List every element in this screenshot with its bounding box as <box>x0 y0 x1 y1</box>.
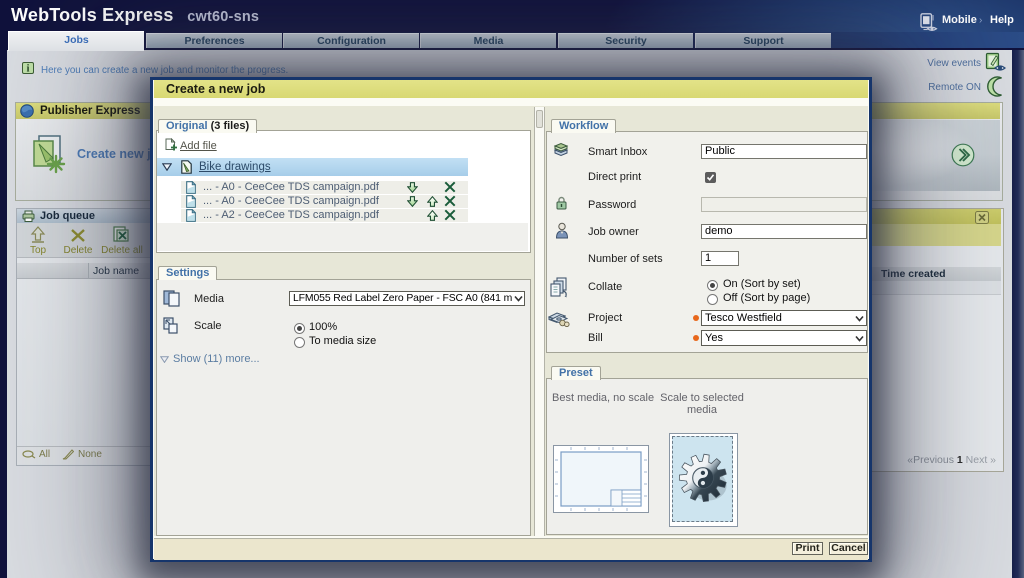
svg-text:i: i <box>27 64 30 75</box>
